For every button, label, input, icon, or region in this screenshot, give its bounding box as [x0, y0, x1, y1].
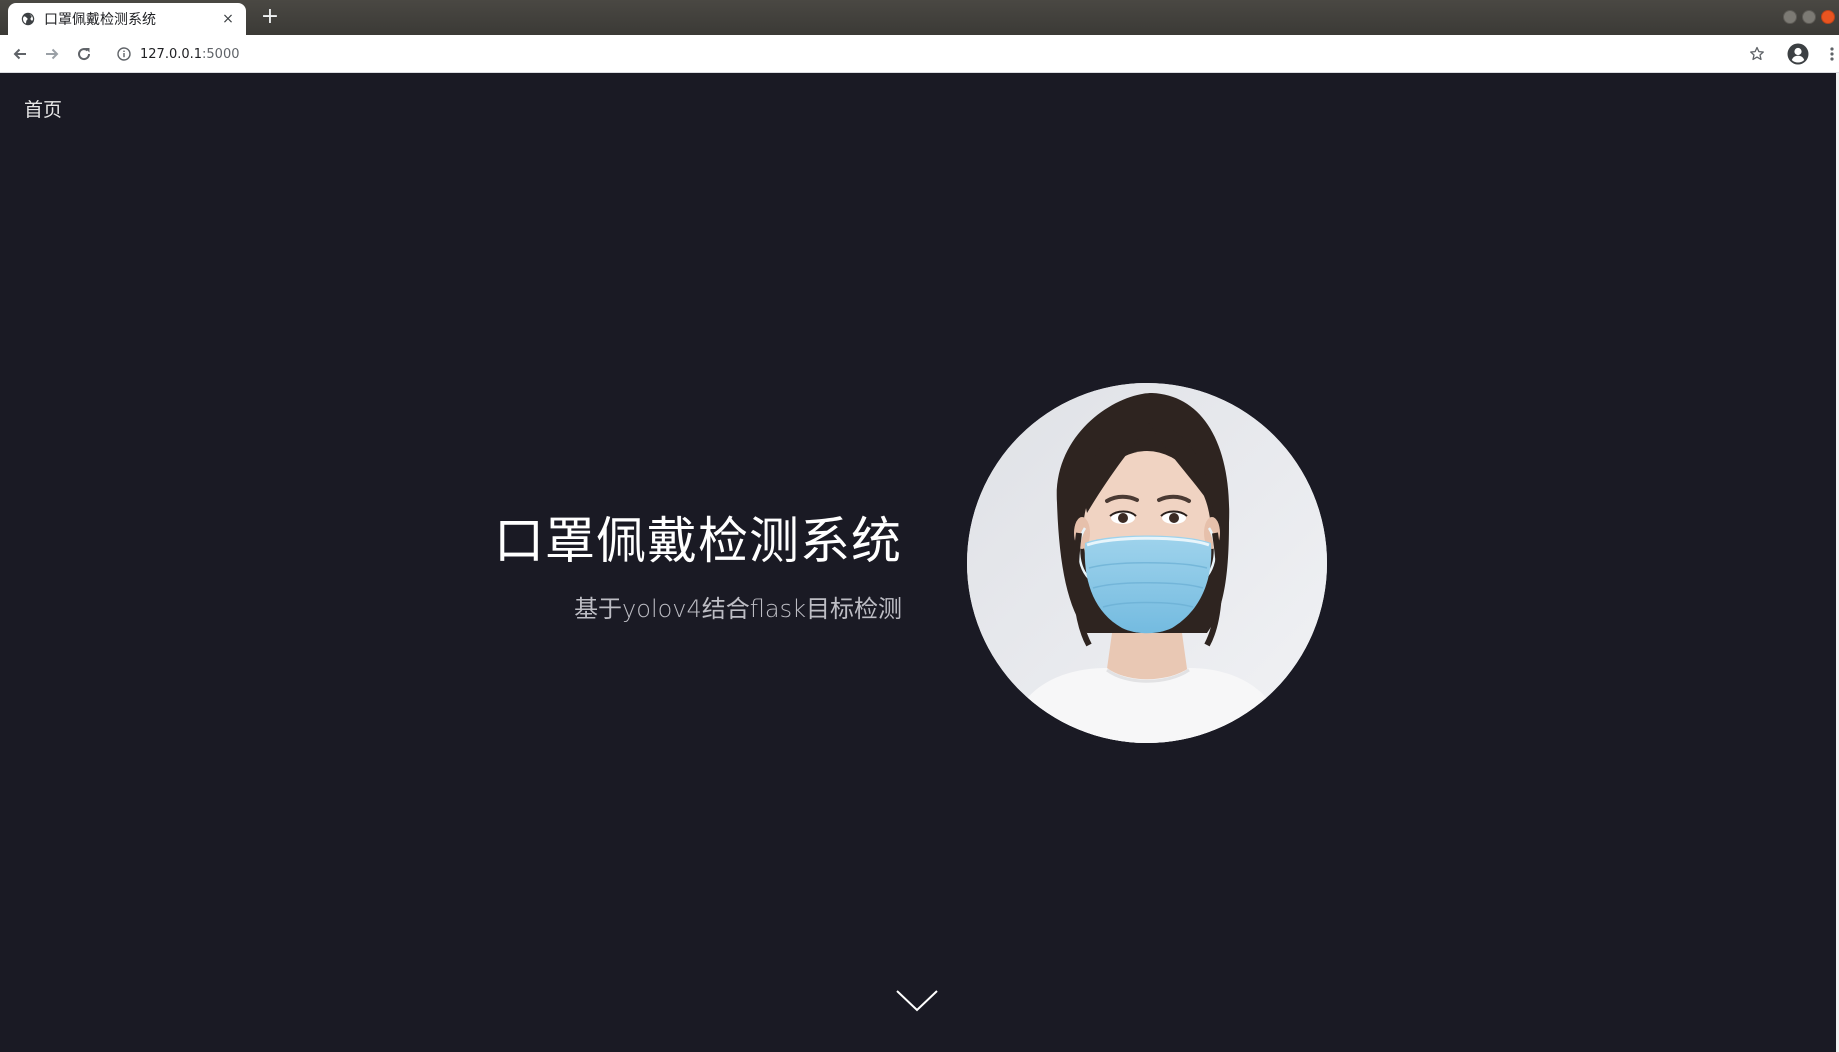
tab-strip: 口罩佩戴检测系统 × +: [0, 0, 1839, 35]
url-port: :5000: [202, 46, 240, 62]
url-host: 127.0.0.1: [140, 46, 203, 62]
reload-button[interactable]: [72, 42, 96, 66]
reload-icon: [78, 48, 91, 61]
site-info-icon[interactable]: [116, 46, 132, 62]
tab-title: 口罩佩戴检测系统: [44, 12, 156, 28]
forward-arrow-icon: [46, 48, 59, 60]
kebab-menu-icon[interactable]: [1825, 42, 1839, 66]
new-tab-button[interactable]: +: [258, 6, 282, 30]
hero-subtitle: 基于yolov4结合flask目标检测: [574, 595, 902, 623]
browser-toolbar: 127.0.0.1:5000: [0, 35, 1839, 73]
hero-title: 口罩佩戴检测系统: [494, 512, 902, 570]
window-controls: [1783, 10, 1835, 24]
bookmark-star-icon[interactable]: [1745, 42, 1769, 66]
back-button[interactable]: [8, 42, 32, 66]
browser-window: 口罩佩戴检测系统 × + 127.0.0.1:5000 首页 口罩佩戴检测系统 …: [0, 0, 1839, 1052]
page-content: 首页 口罩佩戴检测系统 基于yolov4结合flask目标检测: [0, 73, 1836, 1052]
scroll-down-button[interactable]: [895, 988, 939, 1014]
globe-icon: [20, 11, 36, 27]
address-bar[interactable]: 127.0.0.1:5000: [108, 40, 1708, 68]
back-arrow-icon: [13, 48, 26, 60]
masked-woman-portrait: [967, 383, 1327, 743]
hero-portrait-image: [967, 383, 1327, 743]
profile-avatar-icon[interactable]: [1785, 41, 1811, 67]
minimize-button[interactable]: [1783, 10, 1797, 24]
maximize-button[interactable]: [1802, 10, 1816, 24]
close-tab-icon[interactable]: ×: [220, 11, 236, 27]
close-window-button[interactable]: [1821, 10, 1835, 24]
nav-home-link[interactable]: 首页: [24, 95, 62, 122]
chevron-down-icon: [896, 990, 938, 1012]
url-text: 127.0.0.1:5000: [140, 47, 240, 62]
browser-tab[interactable]: 口罩佩戴检测系统 ×: [8, 3, 246, 35]
forward-button[interactable]: [40, 42, 64, 66]
